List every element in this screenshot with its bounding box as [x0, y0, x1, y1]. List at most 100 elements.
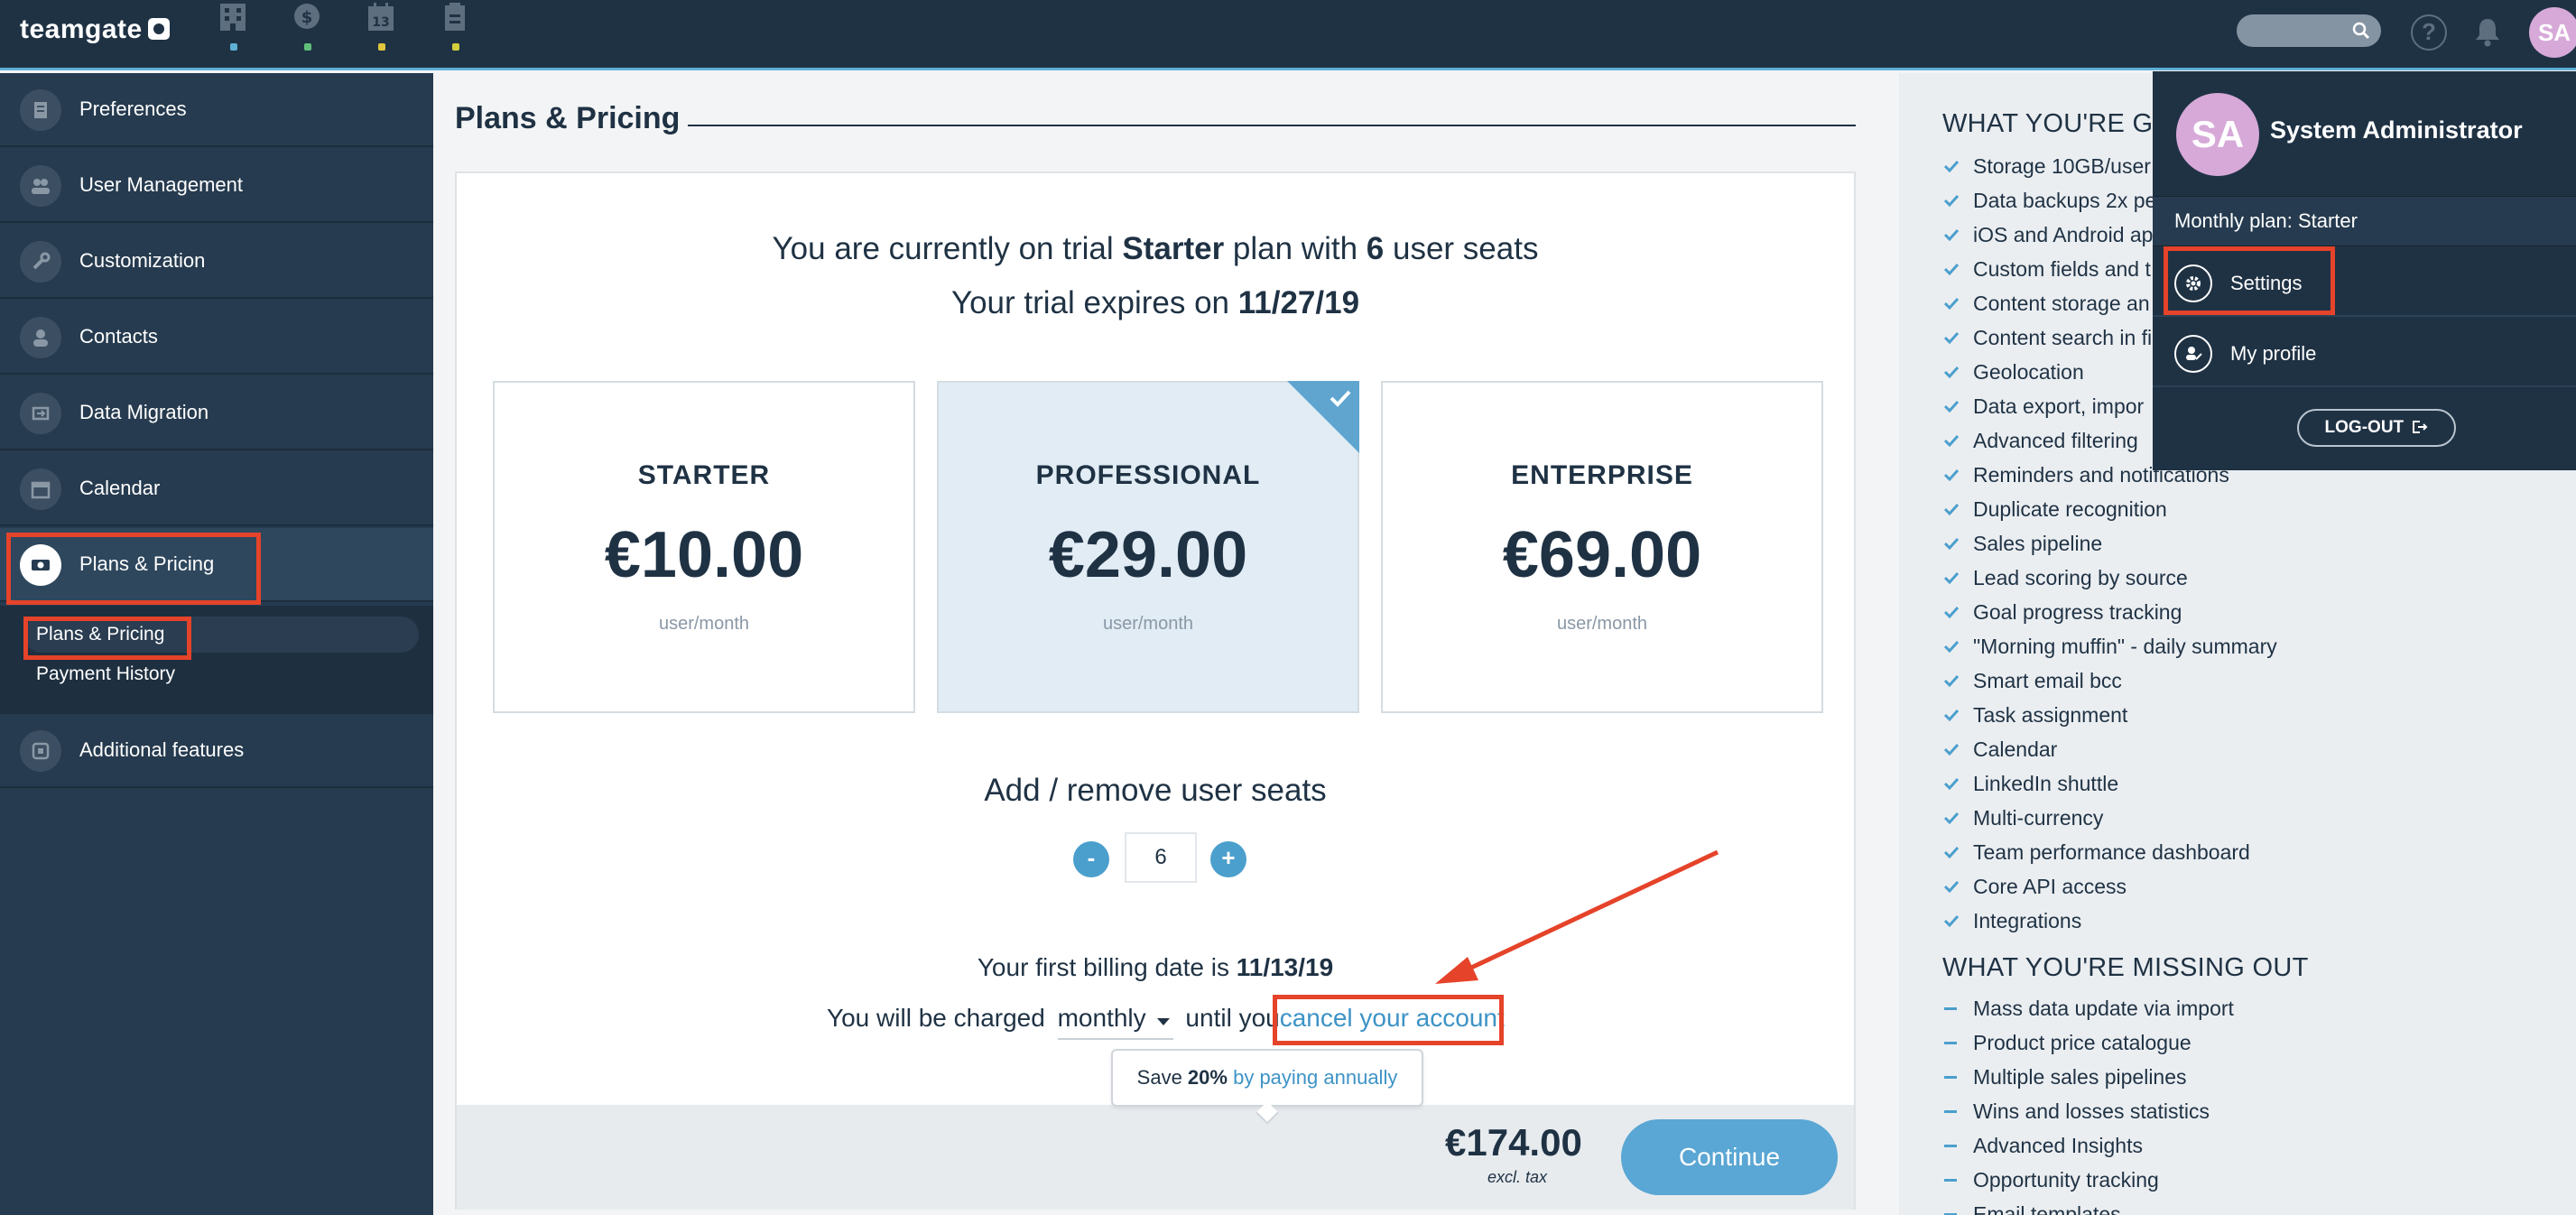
annotation-highlight-box	[6, 533, 261, 605]
missing-features-heading: WHAT YOU'RE MISSING OUT	[1942, 953, 2309, 982]
sidebar-item-data-migration[interactable]: Data Migration	[0, 376, 433, 450]
page-title: Plans & Pricing	[455, 101, 681, 135]
seats-heading: Add / remove user seats	[984, 773, 1327, 808]
feature-label: Opportunity tracking	[1973, 1168, 2159, 1192]
plan-unit: user/month	[1556, 614, 1648, 634]
included-feature-item: Core API access	[1942, 869, 2277, 904]
nav-calendar[interactable]: 13	[363, 0, 399, 54]
feature-label: Advanced Insights	[1973, 1134, 2143, 1157]
feature-label: Content search in fi	[1973, 326, 2153, 349]
checkmark-icon	[1943, 537, 1960, 551]
feature-label: Core API access	[1973, 875, 2127, 898]
included-feature-item: Sales pipeline	[1942, 526, 2277, 561]
save-annually-tooltip: Save 20% by paying annually	[1111, 1049, 1423, 1125]
pay-annually-link[interactable]: by paying annually	[1233, 1066, 1397, 1089]
checkmark-icon	[1943, 777, 1960, 791]
wrench-icon	[20, 241, 61, 283]
feature-label: LinkedIn shuttle	[1973, 772, 2119, 795]
plan-price: €69.00	[1502, 519, 1702, 591]
checkmark-icon	[1943, 297, 1960, 311]
user-avatar[interactable]: SA	[2529, 7, 2576, 58]
seats-decrement-button[interactable]: -	[1073, 841, 1109, 877]
seats-quantity-input[interactable]: 6	[1125, 832, 1197, 883]
nav-companies[interactable]	[215, 0, 251, 54]
bell-icon[interactable]	[2473, 16, 2502, 47]
sidebar-item-label: Preferences	[79, 97, 187, 120]
sidebar-item-preferences[interactable]: Preferences	[0, 73, 433, 147]
plan-name: STARTER	[637, 460, 771, 490]
first-billing-date: Your first billing date is 11/13/19	[457, 953, 1854, 982]
profile-edit-icon	[2174, 335, 2212, 373]
missing-feature-item: Email templates	[1942, 1197, 2234, 1215]
logout-button[interactable]: LOG-OUT	[2297, 409, 2456, 447]
seats-increment-button[interactable]: +	[1210, 841, 1246, 877]
included-feature-item: Integrations	[1942, 904, 2277, 938]
sidebar-item-additional-features[interactable]: Additional features	[0, 714, 433, 788]
checkmark-icon	[1943, 812, 1960, 825]
plan-card-professional[interactable]: PROFESSIONAL €29.00 user/month	[937, 381, 1359, 713]
calendar-icon	[20, 468, 61, 510]
search-icon	[2352, 22, 2370, 40]
sidebar-item-customization[interactable]: Customization	[0, 225, 433, 299]
checkmark-icon	[1330, 390, 1351, 407]
migration-icon	[20, 393, 61, 434]
feature-label: Advanced filtering	[1973, 429, 2138, 452]
checkmark-icon	[1943, 331, 1960, 345]
plan-card-enterprise[interactable]: ENTERPRISE €69.00 user/month	[1381, 381, 1823, 713]
included-features-heading: WHAT YOU'RE GE	[1942, 109, 2172, 138]
feature-label: Custom fields and t	[1973, 257, 2151, 281]
included-feature-item: "Morning muffin" - daily summary	[1942, 629, 2277, 663]
plan-unit: user/month	[658, 614, 750, 634]
dash-icon	[1944, 1007, 1957, 1010]
included-feature-item: Lead scoring by source	[1942, 561, 2277, 595]
missing-feature-item: Multiple sales pipelines	[1942, 1060, 2234, 1094]
sidebar-item-calendar[interactable]: Calendar	[0, 452, 433, 526]
sidebar-item-label: Customization	[79, 249, 206, 272]
sidebar-item-label: User Management	[79, 173, 243, 196]
feature-label: iOS and Android ap	[1973, 223, 2154, 246]
nav-documents[interactable]	[437, 0, 473, 54]
feature-label: Storage 10GB/user	[1973, 154, 2151, 178]
checkmark-icon	[1943, 366, 1960, 379]
nav-dot	[378, 43, 385, 51]
plan-card-starter[interactable]: STARTER €10.00 user/month	[493, 381, 915, 713]
trial-expiry: Your trial expires on 11/27/19	[457, 285, 1854, 321]
feature-label: Content storage an	[1973, 292, 2150, 315]
sidebar-item-contacts[interactable]: Contacts	[0, 301, 433, 375]
logo-text: teamgate	[20, 14, 143, 44]
missing-feature-item: Wins and losses statistics	[1942, 1094, 2234, 1128]
teamgate-logo[interactable]: teamgate	[20, 14, 170, 45]
sidebar-item-label: Data Migration	[79, 401, 209, 423]
help-icon[interactable]: ?	[2411, 14, 2447, 51]
trial-text: plan with	[1224, 231, 1367, 266]
included-feature-item: Calendar	[1942, 732, 2277, 766]
search-input[interactable]	[2237, 14, 2381, 47]
billing-date: 11/13/19	[1236, 953, 1334, 981]
deals-coin-icon: $	[294, 4, 320, 29]
billing-frequency-select[interactable]: monthly	[1057, 1004, 1173, 1040]
nav-deals[interactable]: $	[289, 0, 325, 54]
feature-label: Lead scoring by source	[1973, 566, 2188, 589]
continue-button[interactable]: Continue	[1621, 1119, 1838, 1195]
contact-icon	[20, 317, 61, 358]
company-building-icon	[220, 4, 246, 31]
profile-dropdown: SA System Administrator Monthly plan: St…	[2153, 71, 2576, 470]
plans-submenu: Plans & Pricing Payment History	[0, 606, 433, 714]
checkout-footer: €174.00 excl. tax Continue	[457, 1105, 1854, 1210]
plan-unit: user/month	[1102, 614, 1194, 634]
checkmark-icon	[1943, 709, 1960, 722]
feature-label: Multi-currency	[1973, 806, 2104, 830]
trial-text: You are currently on trial	[772, 231, 1123, 266]
dash-icon	[1944, 1042, 1957, 1044]
feature-label: Mass data update via import	[1973, 997, 2234, 1020]
plan-name: ENTERPRISE	[1511, 460, 1693, 490]
submenu-item-payment-history[interactable]: Payment History	[36, 663, 175, 685]
checkmark-icon	[1943, 434, 1960, 448]
sidebar-item-user-management[interactable]: User Management	[0, 149, 433, 223]
logout-icon	[2413, 421, 2428, 433]
feature-label: Integrations	[1973, 909, 2082, 932]
menu-item-my-profile[interactable]: My profile	[2153, 319, 2576, 387]
checkmark-icon	[1943, 571, 1960, 585]
checkmark-icon	[1943, 400, 1960, 413]
calendar-icon: 13	[368, 3, 394, 31]
